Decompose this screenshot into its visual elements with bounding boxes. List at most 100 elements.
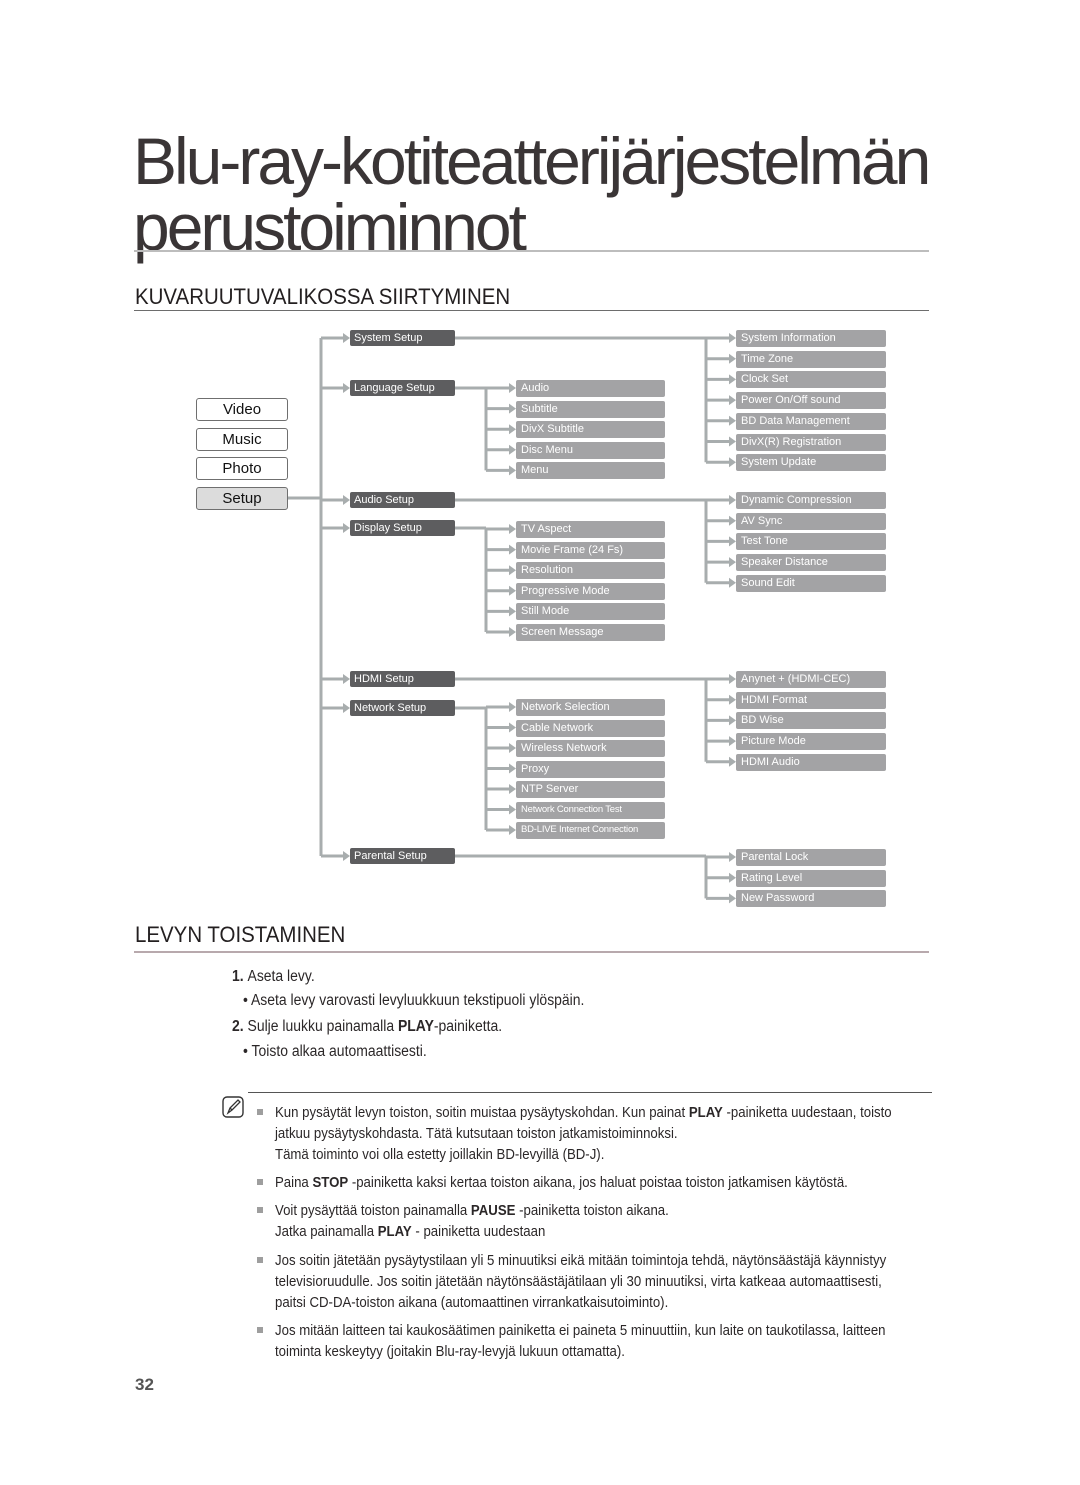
submenu-item-network-selection[interactable]: Network Selection — [516, 699, 665, 716]
note-line: Jatka painamalla PLAY - painiketta uudes… — [275, 1223, 546, 1240]
arrow-head-icon — [729, 893, 736, 904]
arrow-head-icon — [509, 627, 516, 637]
submenu-item-divx-subtitle[interactable]: DivX Subtitle — [516, 421, 665, 439]
submenu-item-subtitle[interactable]: Subtitle — [516, 400, 665, 418]
submenu-item-parental-lock[interactable]: Parental Lock — [736, 849, 886, 866]
setup-item-hdmi-setup[interactable]: HDMI Setup — [350, 671, 455, 687]
submenu-item-time-zone[interactable]: Time Zone — [736, 350, 886, 368]
arrow-head-icon — [729, 333, 736, 343]
arrow-head-icon — [729, 436, 736, 447]
section-heading-playback: LEVYN TOISTAMINEN — [135, 922, 346, 947]
note-item: Kun pysäytät levyn toiston, soitin muist… — [257, 1102, 997, 1165]
submenu-item-wireless-network[interactable]: Wireless Network — [516, 740, 665, 757]
button-name: PLAY — [377, 1223, 412, 1240]
setup-item-language-setup[interactable]: Language Setup — [350, 380, 455, 396]
note-item: Jos mitään laitteen tai kaukosäätimen pa… — [257, 1320, 997, 1362]
submenu-item-rating-level[interactable]: Rating Level — [736, 869, 886, 887]
bullet-icon: • — [243, 992, 252, 1009]
arrow-head-icon — [509, 465, 516, 476]
step-text: Aseta levy varovasti levyluukkuun teksti… — [251, 992, 585, 1009]
arrow-head-icon — [729, 457, 736, 468]
setup-item-parental-setup[interactable]: Parental Setup — [350, 848, 455, 864]
arrow-head-icon — [729, 415, 736, 426]
submenu-item-system-update[interactable]: System Update — [736, 454, 886, 472]
submenu-item-av-sync[interactable]: AV Sync — [736, 512, 886, 530]
step-number: 1. — [232, 968, 248, 985]
submenu-item-power-on-off-sound[interactable]: Power On/Off sound — [736, 392, 886, 410]
submenu-item-resolution[interactable]: Resolution — [516, 562, 665, 580]
button-name: PAUSE — [470, 1202, 516, 1219]
submenu-item-ntp-server[interactable]: NTP Server — [516, 781, 665, 798]
step-text: Sulje luukku painamalla PLAY-painiketta. — [247, 1018, 503, 1035]
submenu-item-still-mode[interactable]: Still Mode — [516, 603, 665, 621]
submenu-item-dynamic-compression[interactable]: Dynamic Compression — [736, 492, 886, 509]
step-bullet: • Aseta levy varovasti levyluukkuun teks… — [243, 992, 584, 1010]
submenu-item-audio[interactable]: Audio — [516, 380, 665, 397]
arrow-head-icon — [729, 353, 736, 364]
step-number: 2. — [232, 1018, 248, 1035]
arrow-head-icon — [509, 825, 516, 835]
submenu-item-progressive-mode[interactable]: Progressive Mode — [516, 582, 665, 600]
main-menu-photo[interactable]: Photo — [196, 457, 288, 480]
arrow-head-icon — [729, 694, 736, 705]
note-pencil-icon — [222, 1096, 244, 1118]
arrow-head-icon — [509, 763, 516, 774]
arrow-head-icon — [509, 383, 516, 393]
note-line: Jos soitin jätetään pysäytystilaan yli 5… — [275, 1252, 887, 1269]
arrow-head-icon — [509, 565, 516, 576]
submenu-item-bd-live-internet-connection[interactable]: BD-LIVE Internet Connection — [516, 822, 665, 839]
arrow-head-icon — [729, 736, 736, 747]
submenu-item-picture-mode[interactable]: Picture Mode — [736, 733, 886, 751]
submenu-item-network-connection-test[interactable]: Network Connection Test — [516, 801, 665, 819]
submenu-item-new-password[interactable]: New Password — [736, 890, 886, 908]
main-menu-video[interactable]: Video — [196, 398, 288, 421]
submenu-item-hdmi-audio[interactable]: HDMI Audio — [736, 753, 886, 771]
step-item: 1. Aseta levy. — [232, 968, 315, 986]
submenu-item-speaker-distance[interactable]: Speaker Distance — [736, 554, 886, 572]
submenu-item-proxy[interactable]: Proxy — [516, 760, 665, 778]
note-line: Jos mitään laitteen tai kaukosäätimen pa… — [275, 1322, 886, 1339]
setup-item-network-setup[interactable]: Network Setup — [350, 700, 455, 716]
arrow-head-icon — [509, 702, 516, 712]
submenu-item-sound-edit[interactable]: Sound Edit — [736, 574, 886, 592]
submenu-item-bd-data-management[interactable]: BD Data Management — [736, 412, 886, 430]
arrow-head-icon — [729, 756, 736, 767]
submenu-item-menu[interactable]: Menu — [516, 462, 665, 480]
submenu-item-cable-network[interactable]: Cable Network — [516, 719, 665, 737]
arrow-head-icon — [509, 784, 516, 794]
submenu-item-divx-r-registration[interactable]: DivX(R) Registration — [736, 433, 886, 451]
main-menu-setup[interactable]: Setup — [196, 487, 288, 510]
submenu-item-screen-message[interactable]: Screen Message — [516, 624, 665, 641]
submenu-item-clock-set[interactable]: Clock Set — [736, 371, 886, 389]
arrow-head-icon — [509, 544, 516, 555]
arrow-head-icon — [509, 585, 516, 596]
arrow-head-icon — [509, 743, 516, 753]
arrow-head-icon — [343, 495, 350, 505]
setup-item-audio-setup[interactable]: Audio Setup — [350, 492, 455, 508]
step-item: 2. Sulje luukku painamalla PLAY-painiket… — [232, 1018, 502, 1036]
step-text: Aseta levy. — [247, 968, 315, 985]
submenu-item-bd-wise[interactable]: BD Wise — [736, 712, 886, 730]
submenu-item-tv-aspect[interactable]: TV Aspect — [516, 521, 665, 538]
setup-item-system-setup[interactable]: System Setup — [350, 330, 455, 346]
arrow-head-icon — [509, 424, 516, 435]
setup-item-display-setup[interactable]: Display Setup — [350, 520, 455, 536]
submenu-item-system-information[interactable]: System Information — [736, 330, 886, 347]
arrow-head-icon — [343, 851, 350, 861]
arrow-head-icon — [729, 515, 736, 526]
arrow-head-icon — [729, 577, 736, 588]
note-line: toiminta keskeytyy (joitakin Blu-ray-lev… — [275, 1343, 625, 1360]
submenu-item-anynet-hdmi-cec[interactable]: Anynet + (HDMI-CEC) — [736, 671, 886, 688]
arrow-head-icon — [509, 804, 516, 815]
submenu-item-test-tone[interactable]: Test Tone — [736, 533, 886, 551]
note-item: Jos soitin jätetään pysäytystilaan yli 5… — [257, 1250, 997, 1313]
main-menu-music[interactable]: Music — [196, 428, 288, 451]
submenu-item-movie-frame-24-fs[interactable]: Movie Frame (24 Fs) — [516, 541, 665, 559]
submenu-item-hdmi-format[interactable]: HDMI Format — [736, 691, 886, 709]
arrow-head-icon — [509, 524, 516, 534]
arrow-head-icon — [729, 872, 736, 883]
arrow-head-icon — [729, 395, 736, 406]
section-divider — [134, 951, 929, 953]
submenu-item-disc-menu[interactable]: Disc Menu — [516, 441, 665, 459]
button-name: STOP — [312, 1174, 349, 1191]
